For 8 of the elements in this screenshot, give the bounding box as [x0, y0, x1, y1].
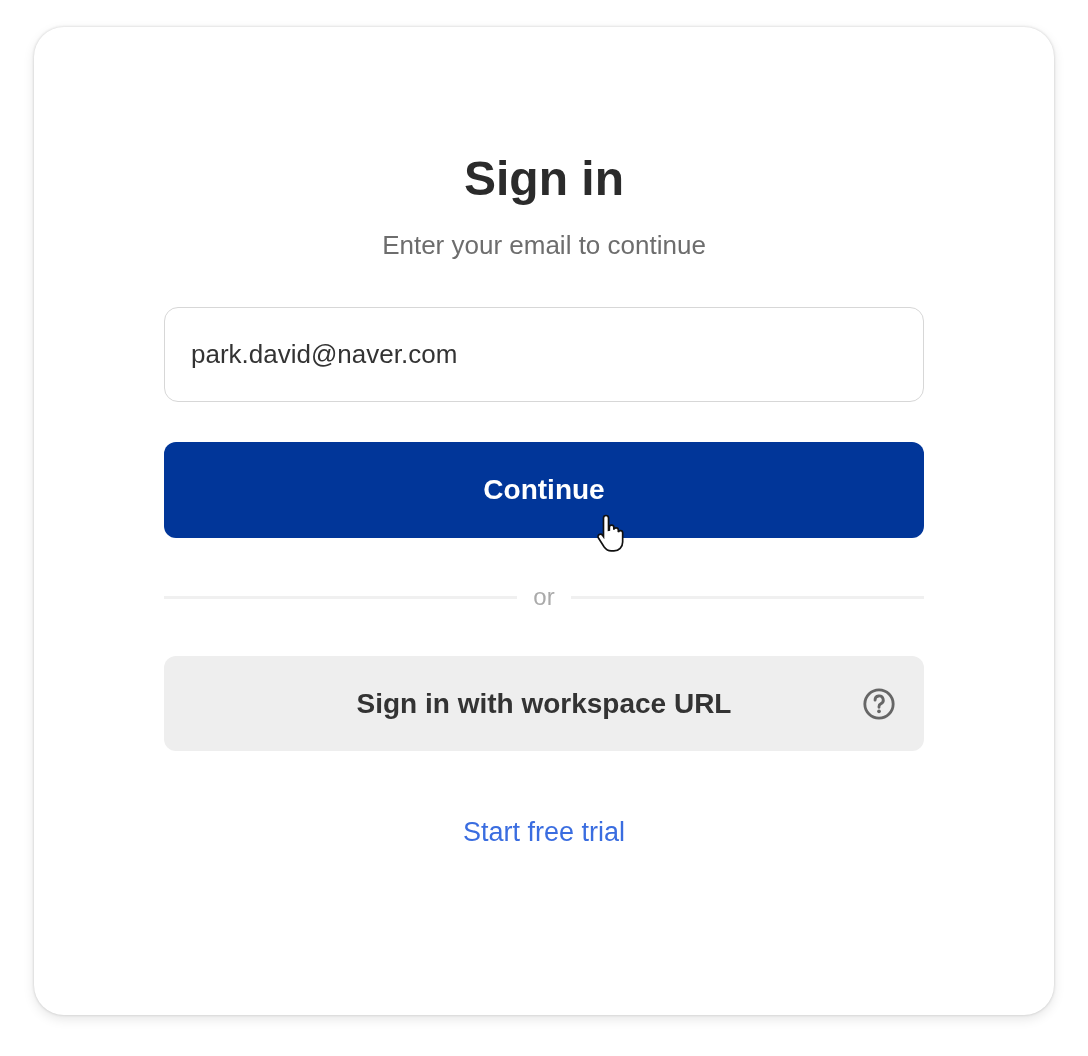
divider-label: or — [533, 582, 555, 612]
subtitle-text: Enter your email to continue — [382, 229, 706, 261]
help-icon[interactable] — [862, 687, 896, 721]
workspace-url-button[interactable]: Sign in with workspace URL — [164, 656, 924, 751]
page-title: Sign in — [464, 151, 624, 207]
continue-button[interactable]: Continue — [164, 442, 924, 538]
start-free-trial-link[interactable]: Start free trial — [462, 815, 626, 849]
email-field[interactable]: park.david@naver.com — [164, 307, 924, 402]
